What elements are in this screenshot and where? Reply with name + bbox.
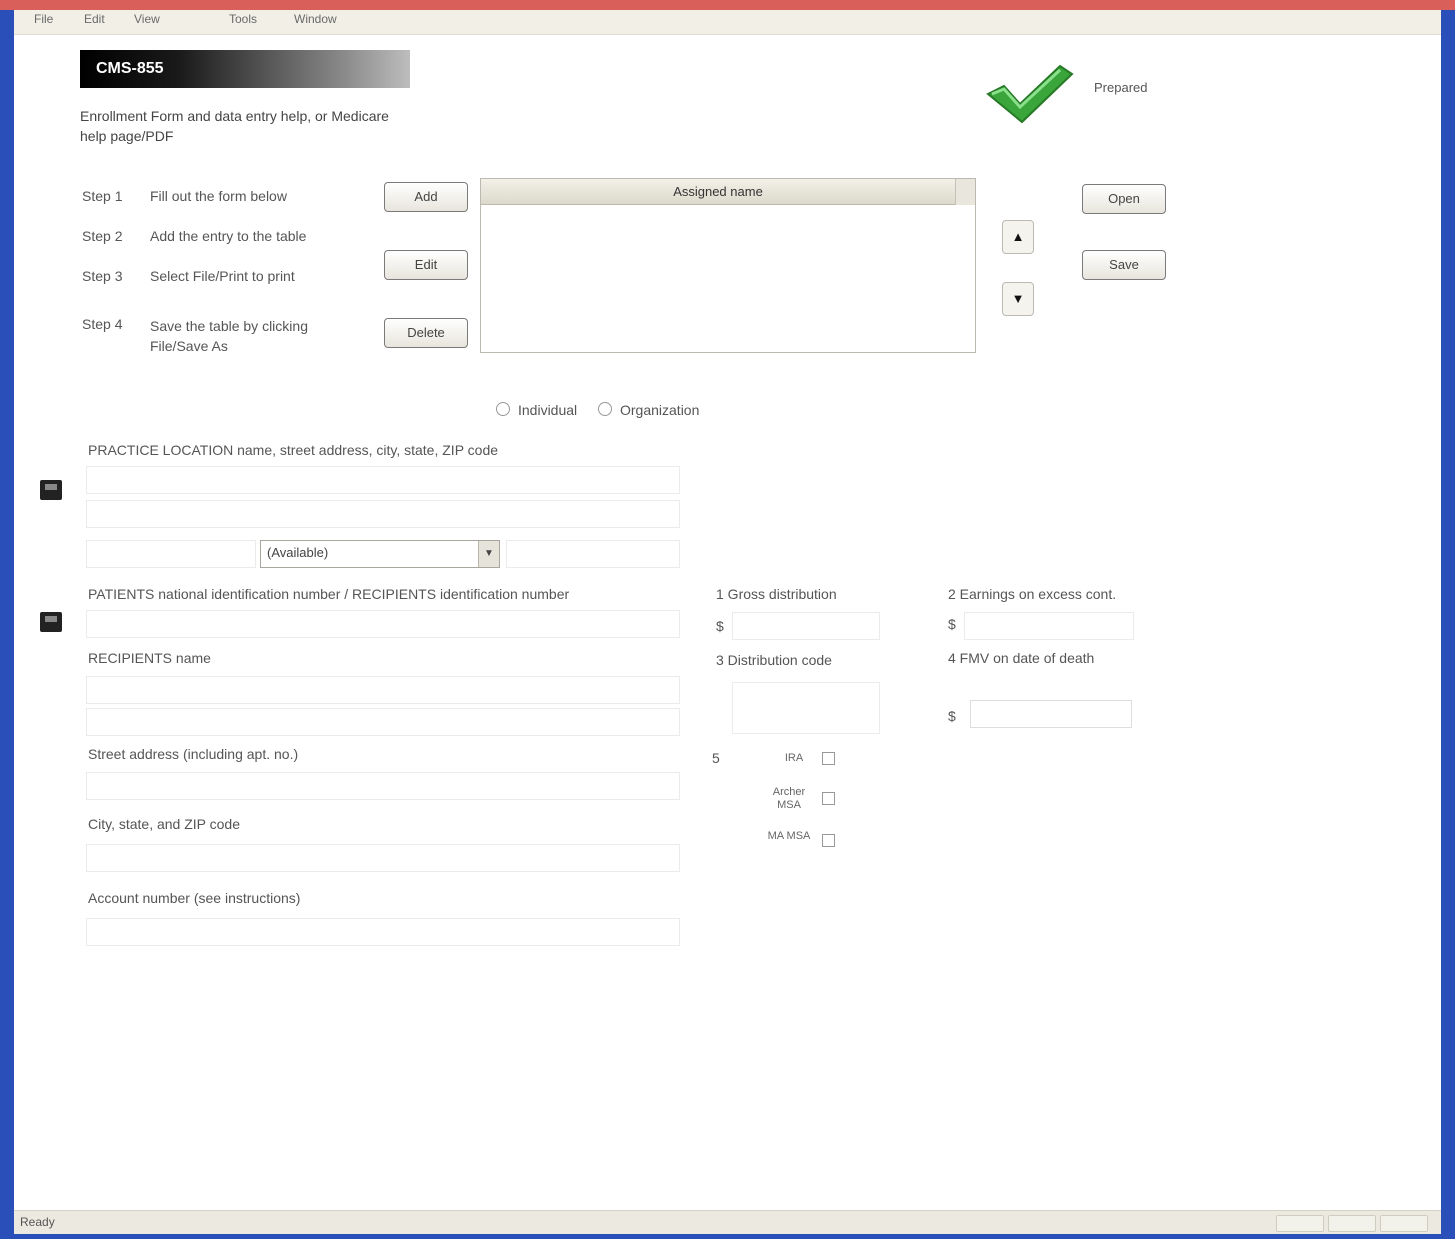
radio-circle[interactable] (496, 402, 510, 416)
gross-distribution-label: 1 Gross distribution (716, 586, 837, 602)
distribution-code-field[interactable] (732, 682, 880, 734)
city-field[interactable] (86, 540, 256, 568)
menu-edit[interactable]: Edit (84, 12, 105, 26)
step-number: Step 4 (82, 316, 123, 332)
status-panel (1328, 1215, 1376, 1232)
ma-msa-checkbox[interactable] (822, 834, 835, 847)
status-panel (1380, 1215, 1428, 1232)
menu-file[interactable]: File (34, 12, 53, 26)
step-1: Step 1 Fill out the form below (82, 188, 287, 204)
radio-individual[interactable]: Individual (496, 402, 577, 418)
delete-button[interactable]: Delete (384, 318, 468, 348)
ma-msa-label: MA MSA (767, 830, 811, 842)
box-5-label: 5 (712, 750, 720, 766)
menu-tools[interactable]: Tools (229, 12, 257, 26)
add-button[interactable]: Add (384, 182, 468, 212)
radio-circle[interactable] (598, 402, 612, 416)
dollar-sign: $ (948, 616, 956, 632)
state-select-value: (Available) (267, 545, 329, 560)
menu-window[interactable]: Window (294, 12, 337, 26)
step-3: Step 3 Select File/Print to print (82, 268, 295, 284)
address-line-2[interactable] (86, 500, 680, 528)
gross-distribution-field[interactable] (732, 612, 880, 640)
list-scroll-corner (955, 179, 975, 205)
address-line-1[interactable] (86, 466, 680, 494)
save-button[interactable]: Save (1082, 250, 1166, 280)
step-number: Step 2 (82, 228, 123, 244)
edit-button[interactable]: Edit (384, 250, 468, 280)
earnings-field[interactable] (964, 612, 1134, 640)
recipient-name-label: RECIPIENTS name (88, 650, 211, 666)
address-book-icon[interactable] (40, 480, 62, 500)
ira-checkbox[interactable] (822, 752, 835, 765)
dollar-sign: $ (716, 618, 724, 634)
distribution-code-label: 3 Distribution code (716, 652, 832, 668)
account-label: Account number (see instructions) (88, 890, 301, 906)
fmv-label: 4 FMV on date of death (948, 650, 1095, 666)
city-state-zip-field[interactable] (86, 844, 680, 872)
street-field[interactable] (86, 772, 680, 800)
move-up-button[interactable]: ▲ (1002, 220, 1034, 254)
step-4: Step 4 Save the table by clicking File/Sa… (82, 316, 320, 356)
prepared-label: Prepared (1094, 80, 1148, 95)
step-text: Add the entry to the table (150, 228, 307, 244)
title-bar (0, 0, 1455, 10)
radio-label: Organization (620, 402, 700, 418)
recipient-name-field-2[interactable] (86, 708, 680, 736)
radio-label: Individual (518, 402, 578, 418)
step-text: Save the table by clicking File/Save As (150, 318, 308, 354)
status-panel (1276, 1215, 1324, 1232)
recipient-name-field[interactable] (86, 676, 680, 704)
move-down-button[interactable]: ▼ (1002, 282, 1034, 316)
city-state-zip-label: City, state, and ZIP code (88, 816, 241, 832)
earnings-label: 2 Earnings on excess cont. (948, 586, 1117, 602)
step-text: Select File/Print to print (150, 268, 295, 284)
status-bar: Ready (14, 1210, 1441, 1235)
step-number: Step 1 (82, 188, 123, 204)
archer-msa-label: Archer MSA (772, 786, 806, 811)
chevron-down-icon[interactable]: ▼ (478, 541, 499, 567)
ira-label: IRA (784, 752, 804, 764)
fmv-field[interactable] (970, 700, 1132, 728)
window-border (0, 1234, 1455, 1239)
form-title: CMS-855 (80, 50, 410, 88)
list-column-header[interactable]: Assigned name (481, 179, 955, 205)
form-description: Enrollment Form and data entry help, or … (80, 108, 389, 144)
checkmark-icon (986, 64, 1074, 124)
menu-bar: File Edit View Tools Window (14, 10, 1441, 35)
status-text: Ready (20, 1215, 55, 1229)
radio-organization[interactable]: Organization (598, 402, 699, 418)
state-select[interactable]: (Available) ▼ (260, 540, 500, 568)
archer-msa-checkbox[interactable] (822, 792, 835, 805)
id-field[interactable] (86, 610, 680, 638)
account-field[interactable] (86, 918, 680, 946)
open-button[interactable]: Open (1082, 184, 1166, 214)
menu-view[interactable]: View (134, 12, 160, 26)
entries-list[interactable]: Assigned name (480, 178, 976, 353)
address-book-icon[interactable] (40, 612, 62, 632)
id-label: PATIENTS national identification number … (88, 586, 570, 602)
step-number: Step 3 (82, 268, 123, 284)
step-2: Step 2 Add the entry to the table (82, 228, 306, 244)
zip-field[interactable] (506, 540, 680, 568)
street-label: Street address (including apt. no.) (88, 746, 299, 762)
step-text: Fill out the form below (150, 188, 287, 204)
address-label: PRACTICE LOCATION name, street address, … (88, 442, 499, 458)
dollar-sign: $ (948, 708, 956, 724)
